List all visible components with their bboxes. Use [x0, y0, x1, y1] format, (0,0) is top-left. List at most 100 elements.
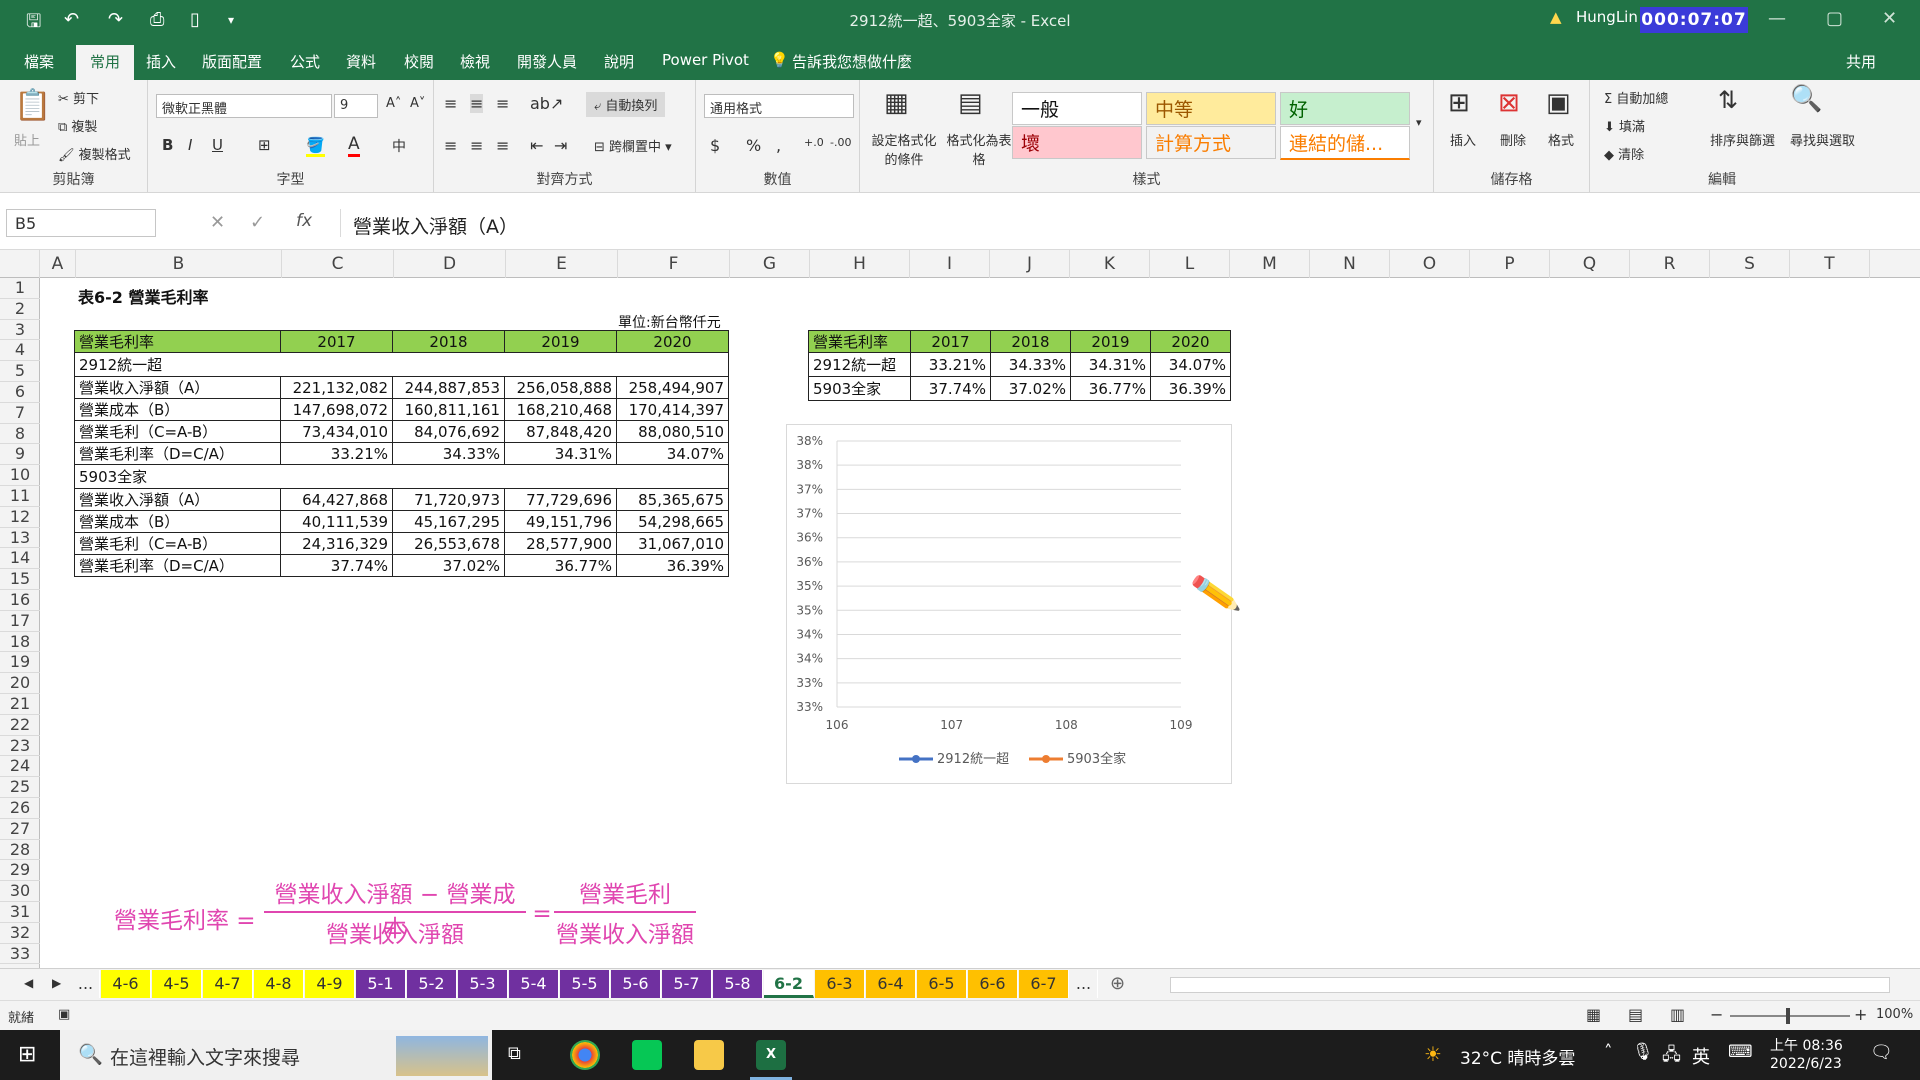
column-header[interactable]: C — [282, 250, 394, 278]
summary-header-cell[interactable]: 2017 — [910, 330, 991, 353]
grow-font-icon[interactable]: A˄ — [386, 96, 401, 111]
row-header[interactable]: 21 — [0, 694, 40, 715]
value-cell[interactable]: 28,577,900 — [504, 532, 617, 555]
borders-icon[interactable]: ⊞ — [258, 136, 271, 154]
font-name-select[interactable]: 微軟正黑體 — [156, 94, 332, 118]
enter-icon[interactable]: ✓ — [250, 212, 265, 233]
label-cell[interactable]: 營業毛利（C=A-B） — [74, 420, 281, 443]
underline-button[interactable]: U — [212, 136, 223, 154]
sheet-tab[interactable]: 5-3 — [458, 970, 508, 998]
horizontal-scrollbar[interactable] — [1170, 977, 1890, 993]
notification-icon[interactable]: 🗨 — [1870, 1042, 1893, 1063]
summary-value-cell[interactable]: 33.21% — [910, 352, 991, 377]
value-cell[interactable]: 45,167,295 — [392, 510, 505, 533]
row-header[interactable]: 4 — [0, 340, 40, 362]
row-header[interactable]: 1 — [0, 278, 40, 299]
row-header[interactable]: 33 — [0, 944, 40, 965]
column-header[interactable]: M — [1230, 250, 1310, 278]
tab-formulas[interactable]: 公式 — [290, 51, 320, 72]
value-cell[interactable]: 36.39% — [616, 554, 729, 577]
font-color-icon[interactable]: A — [348, 134, 360, 157]
delete-cells-button[interactable]: 刪除 — [1500, 130, 1526, 149]
account-name[interactable]: HungLin — [1576, 8, 1638, 26]
value-cell[interactable]: 54,298,665 — [616, 510, 729, 533]
conditional-format-button[interactable]: 設定格式化的條件 — [866, 130, 942, 168]
sheet-tab[interactable]: 5-2 — [407, 970, 457, 998]
summary-header-cell[interactable]: 營業毛利率 — [808, 330, 911, 353]
increase-decimal-icon[interactable]: +.0 — [804, 136, 824, 149]
microphone-icon[interactable]: 🎙 — [1632, 1042, 1654, 1062]
align-left-icon[interactable]: ≡ — [444, 136, 457, 155]
row-header[interactable]: 24 — [0, 756, 40, 778]
tab-help[interactable]: 說明 — [604, 51, 634, 72]
copy-button[interactable]: ⧉ 複製 — [58, 116, 97, 135]
style-normal[interactable]: 一般 — [1012, 92, 1142, 125]
name-box[interactable]: B5 — [6, 209, 156, 237]
row-header[interactable]: 6 — [0, 382, 40, 403]
find-select-button[interactable]: 尋找與選取 — [1790, 130, 1855, 149]
styles-more-icon[interactable]: ▾ — [1416, 116, 1422, 129]
row-header[interactable]: 11 — [0, 486, 40, 507]
table-header-cell[interactable]: 2020 — [616, 330, 729, 353]
sheet-tab[interactable]: 4-6 — [101, 970, 151, 998]
tab-scroll-left-icon[interactable]: ◀ — [24, 976, 33, 990]
sheet-tab[interactable]: 4-8 — [254, 970, 304, 998]
table-header-cell[interactable]: 2017 — [280, 330, 393, 353]
value-cell[interactable]: 34.33% — [392, 442, 505, 465]
value-cell[interactable]: 34.07% — [616, 442, 729, 465]
value-cell[interactable]: 77,729,696 — [504, 488, 617, 511]
tray-expand-icon[interactable]: ˄ — [1604, 1042, 1613, 1062]
task-view-icon[interactable]: ⧉ — [508, 1043, 521, 1064]
row-header[interactable]: 12 — [0, 507, 40, 528]
style-bad[interactable]: 壞 — [1012, 126, 1142, 159]
row-header[interactable]: 17 — [0, 611, 40, 632]
sheet-tab[interactable]: 4-9 — [305, 970, 355, 998]
line-chart[interactable]: 33% 33% 34% 34% 35% 35% 36% 36% 37% 37% 38% 38% 106 1… — [786, 424, 1232, 784]
sheet-title[interactable]: 表6-2 營業毛利率 — [78, 284, 208, 308]
company-section-label[interactable]: 2912統一超 — [74, 352, 729, 377]
label-cell[interactable]: 營業毛利（C=A-B） — [74, 532, 281, 555]
value-cell[interactable]: 258,494,907 — [616, 376, 729, 399]
summary-header-cell[interactable]: 2019 — [1070, 330, 1151, 353]
row-header[interactable]: 10 — [0, 465, 40, 486]
currency-button[interactable]: $ — [710, 136, 720, 155]
page-break-view-icon[interactable]: ▥ — [1670, 1005, 1685, 1024]
page-layout-view-icon[interactable]: ▤ — [1628, 1005, 1643, 1024]
clock-date[interactable]: 2022/6/23 — [1770, 1056, 1842, 1072]
paste-button[interactable]: 貼上 — [14, 130, 40, 149]
column-header[interactable]: K — [1070, 250, 1150, 278]
sheet-tab[interactable]: 6-5 — [917, 970, 967, 998]
row-header[interactable]: 26 — [0, 798, 40, 819]
column-header[interactable]: R — [1630, 250, 1710, 278]
weather-text[interactable]: 32°C 晴時多雲 — [1460, 1044, 1575, 1069]
font-size-select[interactable]: 9 — [334, 94, 378, 118]
format-cells-button[interactable]: 格式 — [1548, 130, 1574, 149]
merge-center-button[interactable]: ⊟ 跨欄置中 ▾ — [586, 136, 680, 155]
align-right-icon[interactable]: ≡ — [496, 136, 509, 155]
tab-home[interactable]: 常用 — [76, 45, 135, 80]
row-header[interactable]: 8 — [0, 424, 40, 445]
zoom-level[interactable]: 100% — [1876, 1007, 1913, 1022]
column-header[interactable]: D — [394, 250, 506, 278]
table-header-cell[interactable]: 營業毛利率 — [74, 330, 281, 353]
row-header[interactable]: 15 — [0, 569, 40, 590]
sheet-tab[interactable]: 5-8 — [713, 970, 763, 998]
value-cell[interactable]: 221,132,082 — [280, 376, 393, 399]
style-linked-cell[interactable]: 連結的儲... — [1280, 126, 1410, 160]
sort-filter-icon[interactable]: ⇅ — [1718, 86, 1738, 114]
sheet-tab[interactable]: 6-3 — [815, 970, 865, 998]
tab-scroll-right-icon[interactable]: ▶ — [52, 976, 61, 990]
chrome-icon[interactable] — [570, 1040, 600, 1070]
value-cell[interactable]: 88,080,510 — [616, 420, 729, 443]
row-header[interactable]: 13 — [0, 528, 40, 549]
decrease-decimal-icon[interactable]: -.00 — [830, 136, 851, 149]
label-cell[interactable]: 營業成本（B） — [74, 510, 281, 533]
value-cell[interactable]: 84,076,692 — [392, 420, 505, 443]
value-cell[interactable]: 85,365,675 — [616, 488, 729, 511]
summary-value-cell[interactable]: 37.74% — [910, 376, 991, 401]
row-header[interactable]: 32 — [0, 923, 40, 944]
row-header[interactable]: 9 — [0, 444, 40, 466]
value-cell[interactable]: 31,067,010 — [616, 532, 729, 555]
table-header-cell[interactable]: 2018 — [392, 330, 505, 353]
column-header[interactable]: E — [506, 250, 618, 278]
